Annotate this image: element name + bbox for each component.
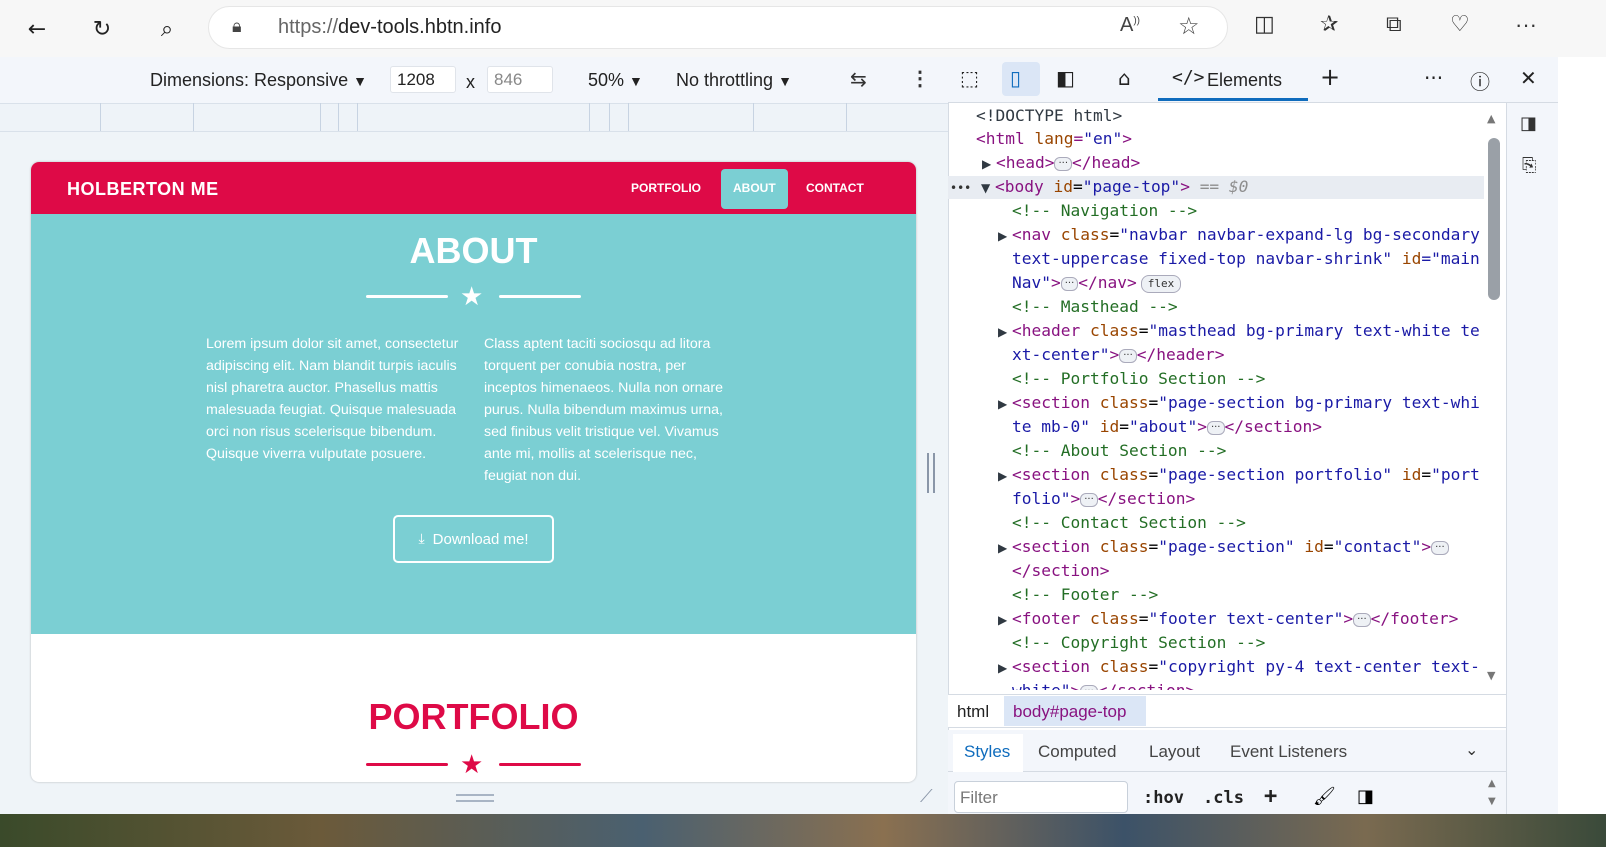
back-arrow-icon[interactable]: ← — [20, 12, 54, 46]
scroll-up-icon[interactable]: ▲ — [1487, 112, 1495, 125]
about-text-left: Lorem ipsum dolor sit amet, consectetur … — [206, 336, 459, 462]
portfolio-title: PORTFOLIO — [368, 696, 579, 737]
devtools-more-icon[interactable]: ··· — [1424, 66, 1443, 90]
add-tab-icon[interactable]: + — [1320, 63, 1340, 91]
times-label: x — [466, 72, 475, 92]
computed-sidebar-icon[interactable]: ◨ — [1357, 786, 1374, 807]
zoom-dropdown[interactable]: 50% ▼ — [588, 70, 643, 91]
device-emulation-icon[interactable]: ▯ — [1010, 66, 1021, 90]
dom-tree: <!DOCTYPE html> <html lang="en"> ▶ <head>… — [950, 105, 1485, 690]
read-aloud-icon[interactable]: A)) — [1120, 14, 1140, 37]
cls-toggle[interactable]: .cls — [1203, 788, 1244, 808]
dom-comment-copyright[interactable]: <!-- Copyright Section --> — [1012, 632, 1265, 654]
styles-scroll-down-icon[interactable]: ▼ — [1488, 796, 1496, 807]
dom-comment-masthead[interactable]: <!-- Masthead --> — [1012, 296, 1178, 318]
dom-body[interactable]: ••• ▼ <body id="page-top"> == $0 — [950, 176, 1248, 198]
portfolio-star-icon: ★ — [460, 750, 484, 780]
search-icon[interactable]: ⌕ — [150, 12, 184, 46]
height-input[interactable]: 846 — [487, 66, 553, 93]
toggle-drawer-icon[interactable]: ◨ — [1520, 113, 1537, 134]
split-screen-icon[interactable]: ◫ — [1254, 12, 1275, 37]
devtools-side-strip — [1506, 103, 1558, 814]
divider-line-left — [366, 295, 448, 298]
corner-resize-icon[interactable]: ⟋ — [920, 786, 933, 807]
tab-computed[interactable]: Computed — [1038, 742, 1116, 762]
chevron-down-icon[interactable]: ⌄ — [1465, 740, 1478, 759]
favorites-icon[interactable]: ✰ — [1320, 12, 1338, 37]
dom-header[interactable]: ▶ <header class="masthead bg-primary text… — [998, 320, 1480, 342]
inspect-element-icon[interactable]: ⬚ — [960, 66, 979, 90]
favorite-star-icon[interactable]: ☆ — [1178, 12, 1200, 40]
tab-styles[interactable]: Styles — [964, 742, 1010, 762]
nav-link-portfolio[interactable]: PORTFOLIO — [631, 181, 701, 195]
horizontal-resize-handle[interactable] — [927, 453, 935, 493]
rotate-icon[interactable]: ⇆ — [850, 67, 867, 91]
more-menu-icon[interactable]: ··· — [1515, 12, 1537, 38]
styles-filter-input[interactable]: Filter — [954, 781, 1128, 813]
url-text[interactable]: https://dev-tools.hbtn.info — [278, 16, 501, 39]
device-more-icon[interactable]: ⋮ — [910, 66, 930, 91]
about-text-right: Class aptent taciti sociosqu ad litora t… — [484, 336, 723, 484]
divider-line-right — [499, 295, 581, 298]
dom-section-copyright[interactable]: ▶ <section class="copyright py-4 text-cen… — [998, 656, 1480, 678]
dom-nav[interactable]: ▶ <nav class="navbar navbar-expand-lg bg-… — [998, 224, 1480, 246]
breadcrumb-body[interactable]: body#page-top — [1013, 702, 1126, 722]
styles-scroll-up-icon[interactable]: ▲ — [1488, 778, 1496, 789]
scroll-down-icon[interactable]: ▼ — [1487, 669, 1495, 682]
vertical-resize-handle[interactable] — [456, 794, 494, 802]
star-icon: ★ — [460, 282, 484, 312]
about-section — [31, 214, 916, 634]
tab-elements-label: Elements — [1207, 70, 1283, 90]
dom-comment-footer[interactable]: <!-- Footer --> — [1012, 584, 1158, 606]
dom-footer[interactable]: ▶ <footer class="footer text-center"> ··· <… — [998, 608, 1458, 630]
dom-comment-about[interactable]: <!-- About Section --> — [1012, 440, 1226, 462]
download-label: Download me! — [432, 530, 529, 548]
collections-icon[interactable]: ⧉ — [1386, 12, 1402, 37]
close-devtools-icon[interactable]: ✕ — [1520, 66, 1537, 90]
dock-sidebar-icon[interactable]: ◧ — [1056, 66, 1075, 90]
dom-comment-portfolio[interactable]: <!-- Portfolio Section --> — [1012, 368, 1265, 390]
paint-brush-icon[interactable]: 🖌︎ — [1313, 786, 1336, 807]
width-input[interactable]: 1208 — [390, 66, 456, 93]
download-button[interactable]: ⤓ Download me! — [393, 515, 554, 563]
dom-section-about[interactable]: ▶ <section class="page-section bg-primary… — [998, 392, 1480, 414]
dom-comment-contact[interactable]: <!-- Contact Section --> — [1012, 512, 1246, 534]
copy-icon[interactable]: ⎘ — [1522, 155, 1536, 176]
refresh-icon[interactable]: ↻ — [85, 12, 119, 46]
tab-event-listeners[interactable]: Event Listeners — [1230, 742, 1347, 762]
dom-section-contact[interactable]: ▶ <section class="page-section" id="conta… — [998, 536, 1449, 558]
styles-tabbar — [948, 730, 1506, 772]
hov-toggle[interactable]: :hov — [1143, 788, 1184, 808]
breadcrumb-html[interactable]: html — [957, 702, 989, 722]
welcome-home-icon[interactable]: ⌂ — [1118, 66, 1131, 90]
lock-icon[interactable]: 🔒︎ — [232, 16, 242, 37]
dimensions-dropdown[interactable]: Dimensions: Responsive ▼ — [150, 70, 367, 91]
new-style-rule-icon[interactable]: + — [1264, 784, 1277, 809]
dom-comment-navigation[interactable]: <!-- Navigation --> — [1012, 200, 1197, 222]
code-icon: </> — [1172, 67, 1205, 88]
portfolio-divider-right — [499, 763, 581, 766]
flex-badge[interactable]: flex — [1140, 274, 1182, 293]
desktop-wallpaper — [0, 814, 1606, 847]
media-query-ruler[interactable] — [0, 103, 948, 132]
dom-html-open[interactable]: <html lang="en"> — [976, 128, 1132, 150]
site-brand[interactable]: HOLBERTON ME — [67, 179, 219, 200]
dom-section-portfolio[interactable]: ▶ <section class="page-section portfolio"… — [998, 464, 1480, 486]
tab-layout[interactable]: Layout — [1149, 742, 1200, 762]
nav-link-contact[interactable]: CONTACT — [806, 181, 864, 195]
dom-doctype[interactable]: <!DOCTYPE html> — [976, 105, 1122, 127]
nav-link-about[interactable]: ABOUT — [733, 181, 776, 195]
help-icon[interactable]: ⓘ — [1470, 66, 1490, 95]
throttling-dropdown[interactable]: No throttling ▼ — [676, 70, 792, 91]
download-icon: ⤓ — [418, 531, 425, 547]
dom-head[interactable]: ▶ <head> ··· </head> — [982, 152, 1140, 174]
device-viewport: HOLBERTON ME PORTFOLIO ABOUT CONTACT ABO… — [31, 162, 916, 782]
about-title: ABOUT — [409, 230, 538, 271]
portfolio-divider-left — [366, 763, 448, 766]
browser-essentials-icon[interactable]: ♡ — [1450, 12, 1470, 37]
dom-scrollbar[interactable] — [1488, 138, 1500, 300]
